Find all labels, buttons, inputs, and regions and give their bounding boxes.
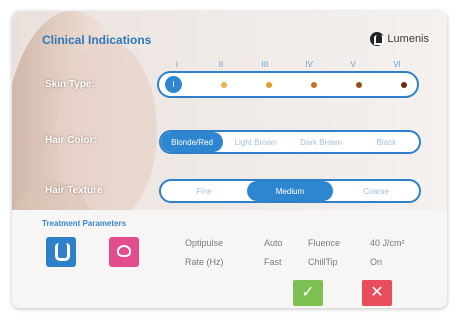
hair-texture-label: Hair Texture: <box>45 185 106 196</box>
brand-logo: Lumenis <box>370 32 429 46</box>
skin-type-numeral: VI <box>393 60 401 69</box>
hair-texture-option-medium[interactable]: Medium <box>247 181 333 201</box>
skin-type-option-1[interactable]: I <box>165 76 182 93</box>
hair-color-label: Hair Color: <box>45 135 97 146</box>
skin-type-numeral: IV <box>305 60 313 69</box>
confirm-button[interactable]: ✓ <box>293 280 323 306</box>
hair-color-option-blonde-red[interactable]: Blonde/Red <box>161 132 224 152</box>
hair-color-option-light-brown[interactable]: Light Brown <box>223 132 288 152</box>
skin-type-option-6[interactable] <box>401 81 407 88</box>
hair-color-selector[interactable]: Blonde/Red Light Brown Dark Brown Black <box>159 130 421 154</box>
skin-type-option-3[interactable] <box>266 81 272 88</box>
skin-type-option-4[interactable] <box>311 81 317 88</box>
skin-type-label: Skin Type: <box>45 79 95 90</box>
optipulse-icon <box>55 243 70 261</box>
skin-type-numeral: II <box>218 60 224 69</box>
treatment-parameters-title: Treatment Parameters <box>42 219 127 228</box>
param-label-rate: Rate (Hz) <box>185 257 224 267</box>
lumenis-logo-icon <box>370 32 385 46</box>
skin-type-numerals: I II III IV V VI <box>162 60 412 69</box>
alternate-mode-button[interactable] <box>109 237 139 267</box>
param-value-optipulse: Auto <box>264 238 283 248</box>
brand-name: Lumenis <box>387 33 429 45</box>
skin-type-option-2[interactable] <box>221 81 227 88</box>
close-icon: ✕ <box>370 284 384 301</box>
hair-texture-option-fine[interactable]: Fine <box>161 181 247 201</box>
param-value-rate: Fast <box>264 257 282 267</box>
hair-texture-option-coarse[interactable]: Coarse <box>333 181 419 201</box>
cancel-button[interactable]: ✕ <box>362 280 392 306</box>
skin-type-numeral: I <box>175 60 179 69</box>
hair-color-option-dark-brown[interactable]: Dark Brown <box>288 132 353 152</box>
param-label-chilltip: ChillTip <box>308 257 338 267</box>
skin-type-selector[interactable]: I <box>157 71 419 98</box>
hair-color-option-black[interactable]: Black <box>354 132 419 152</box>
hair-texture-selector[interactable]: Fine Medium Coarse <box>159 179 421 203</box>
check-icon: ✓ <box>301 284 315 301</box>
handpiece-icon <box>117 245 131 257</box>
optipulse-mode-button[interactable] <box>46 237 76 267</box>
skin-type-numeral: III <box>261 60 269 69</box>
param-label-fluence: Fluence <box>308 238 341 248</box>
param-value-fluence: 40 J/cm² <box>370 238 405 248</box>
param-label-optipulse: Optipulse <box>185 238 224 248</box>
skin-type-numeral: V <box>350 60 356 69</box>
page-title: Clinical Indications <box>42 33 152 47</box>
skin-type-option-5[interactable] <box>356 81 362 88</box>
device-screen: Clinical Indications Lumenis Skin Type: … <box>12 11 447 308</box>
param-value-chilltip: On <box>370 257 383 267</box>
